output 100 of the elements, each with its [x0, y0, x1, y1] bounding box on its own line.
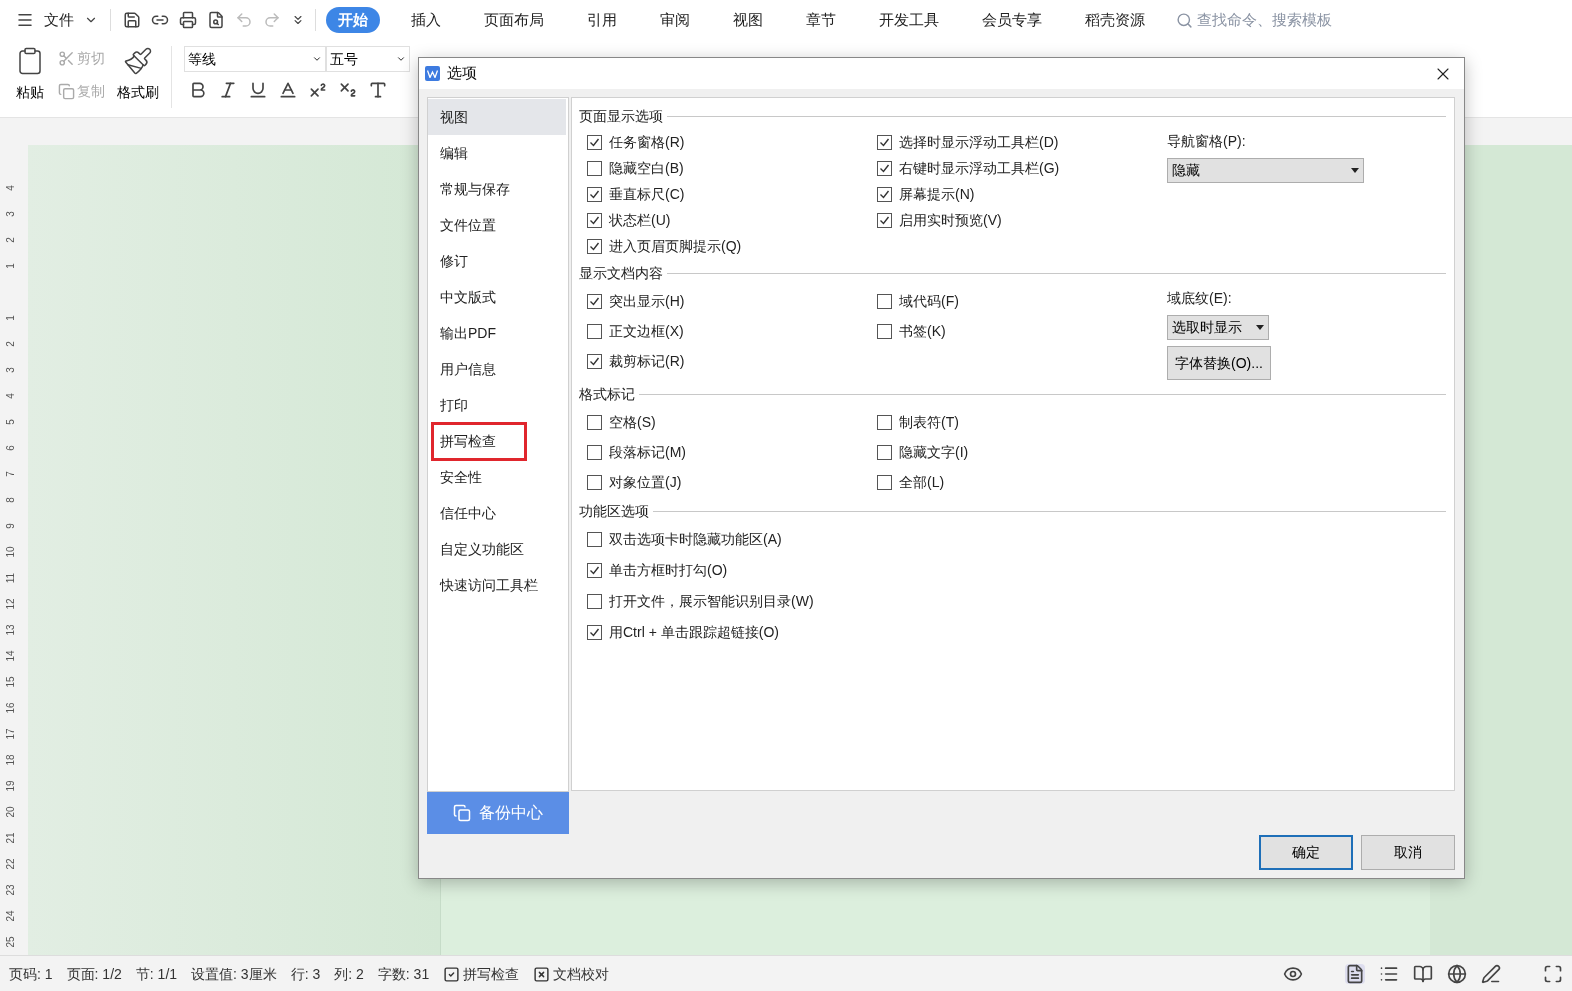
status-text: 页码: 1 [9, 964, 53, 984]
ruler-number: 18 [3, 754, 17, 766]
category-row[interactable]: 信任中心 [428, 495, 566, 531]
status-text: 行: 3 [290, 964, 321, 984]
ribbon-tab[interactable]: 插入 [399, 7, 453, 33]
ribbon-tab[interactable]: 章节 [794, 7, 848, 33]
dropdown[interactable]: 选取时显示 [1167, 315, 1269, 340]
ruler-number: 3 [3, 211, 17, 217]
checkbox-label: 双击选项卡时隐藏功能区(A) [609, 530, 782, 549]
ribbon-tab[interactable]: 开发工具 [867, 7, 951, 33]
category-item[interactable]: 拼写检查 [434, 424, 524, 458]
category-item[interactable]: 修订 [434, 244, 474, 278]
ruler-number: 9 [3, 523, 17, 529]
category-item[interactable]: 快速访问工具栏 [434, 568, 544, 602]
category-item[interactable]: 输出PDF [434, 316, 502, 350]
status-text: 页面: 1/2 [66, 964, 122, 984]
category-item[interactable]: 文件位置 [434, 208, 502, 242]
category-row[interactable]: 修订 [428, 243, 566, 279]
ribbon-tab[interactable]: 视图 [721, 7, 775, 33]
status-text: 设置值: 3厘米 [191, 964, 277, 984]
category-row[interactable]: 编辑 [428, 135, 566, 171]
font-name-field[interactable]: 等线 [184, 46, 326, 72]
ribbon-tab[interactable]: 引用 [575, 7, 629, 33]
ruler-number: 22 [3, 858, 17, 870]
category-item[interactable]: 编辑 [434, 136, 474, 170]
checkbox-label: 垂直标尺(C) [609, 184, 685, 204]
format-painter-button[interactable]: 格式刷 [117, 46, 159, 103]
search-field[interactable]: 查找命令、搜索模板 [1176, 8, 1357, 32]
checkbox-label: 用Ctrl + 单击跟踪超链接(O) [609, 623, 779, 642]
spell-check-button[interactable]: 拼写检查 [443, 963, 520, 985]
ruler-number: 15 [3, 676, 17, 688]
checkbox-label: 正文边框(X) [609, 321, 684, 341]
ruler-number: 20 [3, 806, 17, 818]
category-item[interactable]: 中文版式 [434, 280, 502, 314]
category-item[interactable]: 用户信息 [434, 352, 502, 386]
checkbox-label: 状态栏(U) [609, 210, 671, 230]
ruler-number: 17 [3, 728, 17, 740]
category-row[interactable]: 视图 [428, 99, 566, 135]
category-item[interactable]: 常规与保存 [434, 172, 516, 206]
dropdown[interactable]: 隐藏 [1167, 158, 1364, 183]
checkbox-label: 屏幕提示(N) [899, 184, 975, 204]
category-item[interactable]: 视图 [434, 100, 474, 134]
ruler-number: 12 [3, 598, 17, 610]
checkbox-label: 段落标记(M) [609, 442, 686, 462]
checkbox-label: 隐藏文字(I) [899, 442, 969, 462]
ruler-number: 8 [3, 497, 17, 503]
ruler-number: 10 [3, 546, 17, 558]
ruler-number: 6 [3, 445, 17, 451]
ruler-number: 24 [3, 910, 17, 922]
ruler-number: 19 [3, 780, 17, 792]
checkbox-label: 右键时显示浮动工具栏(G) [899, 158, 1060, 178]
field-label: 导航窗格(P): [1167, 132, 1247, 151]
font-size-field[interactable]: 五号 [326, 46, 410, 72]
font-replace-button[interactable]: 字体替换(O)... [1167, 346, 1271, 380]
category-item[interactable]: 打印 [434, 388, 474, 422]
checkbox-label: 隐藏空白(B) [609, 158, 684, 178]
category-row[interactable]: 自定义功能区 [428, 531, 566, 567]
category-item[interactable]: 自定义功能区 [434, 532, 530, 566]
paste-button[interactable]: 粘贴 [10, 46, 50, 103]
group-title: 功能区选项 [579, 502, 649, 521]
ruler-number: 4 [3, 185, 17, 191]
ribbon-tab[interactable]: 会员专享 [970, 7, 1054, 33]
category-item[interactable]: 安全性 [434, 460, 488, 494]
category-row[interactable]: 用户信息 [428, 351, 566, 387]
field-label: 域底纹(E): [1167, 289, 1233, 308]
category-row[interactable]: 拼写检查 [428, 423, 566, 459]
checkbox-label: 单击方框时打勾(O) [609, 561, 728, 580]
checkbox-label: 选择时显示浮动工具栏(D) [899, 132, 1059, 152]
category-row[interactable]: 安全性 [428, 459, 566, 495]
file-menu[interactable]: 文件 [44, 8, 74, 32]
ribbon-tab[interactable]: 页面布局 [472, 7, 556, 33]
ruler-number: 1 [3, 315, 17, 321]
checkbox-label: 裁剪标记(R) [609, 351, 685, 371]
category-row[interactable]: 中文版式 [428, 279, 566, 315]
category-item[interactable]: 信任中心 [434, 496, 502, 530]
ruler-number: 21 [3, 832, 17, 844]
ribbon-tab[interactable]: 审阅 [648, 7, 702, 33]
cancel-button[interactable]: 取消 [1361, 835, 1455, 870]
checkbox-label: 打开文件，展示智能识别目录(W) [609, 592, 814, 611]
group-title: 格式标记 [579, 385, 635, 404]
category-row[interactable]: 打印 [428, 387, 566, 423]
ok-button[interactable]: 确定 [1259, 835, 1353, 870]
checkbox-label: 突出显示(H) [609, 291, 685, 311]
category-row[interactable]: 输出PDF [428, 315, 566, 351]
ribbon-tab[interactable]: 开始 [326, 7, 380, 33]
category-row[interactable]: 常规与保存 [428, 171, 566, 207]
category-row[interactable]: 快速访问工具栏 [428, 567, 566, 603]
checkbox-label: 全部(L) [899, 472, 945, 492]
checkbox-label: 书签(K) [899, 321, 946, 341]
ribbon-tab[interactable]: 稻壳资源 [1073, 7, 1157, 33]
proofread-button[interactable]: 文档校对 [533, 963, 610, 985]
ruler-number: 16 [3, 702, 17, 714]
group-title: 显示文档内容 [579, 264, 663, 283]
ruler-number: 2 [3, 341, 17, 347]
ruler-number: 3 [3, 367, 17, 373]
checkbox-label: 启用实时预览(V) [899, 210, 1002, 230]
ruler-number: 5 [3, 419, 17, 425]
ruler-number: 1 [3, 263, 17, 269]
category-row[interactable]: 文件位置 [428, 207, 566, 243]
ruler-number: 13 [3, 624, 17, 636]
